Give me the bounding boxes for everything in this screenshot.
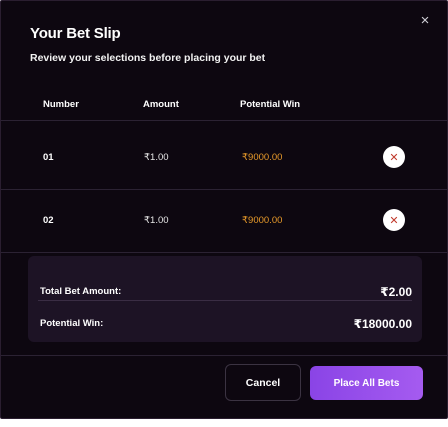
modal-title: Your Bet Slip xyxy=(30,25,121,42)
header-amount: Amount xyxy=(143,99,179,110)
header-potential-win: Potential Win xyxy=(240,99,301,110)
table-header: Number Amount Potential Win xyxy=(1,87,447,121)
row-potential-win: ₹9000.00 xyxy=(242,152,283,163)
remove-bet-button[interactable]: ✕ xyxy=(383,209,405,231)
potential-win-value: ₹18000.00 xyxy=(353,317,412,331)
close-icon: ✕ xyxy=(389,214,399,227)
close-icon: ✕ xyxy=(389,151,399,164)
remove-bet-button[interactable]: ✕ xyxy=(383,146,405,168)
header-number: Number xyxy=(43,99,79,110)
row-number: 01 xyxy=(43,152,54,163)
row-amount: ₹1.00 xyxy=(144,215,169,226)
place-all-bets-button[interactable]: Place All Bets xyxy=(310,366,423,400)
row-amount: ₹1.00 xyxy=(144,152,169,163)
close-icon[interactable]: × xyxy=(417,13,433,29)
total-bet-value: ₹2.00 xyxy=(380,285,412,299)
table-row: 02 ₹1.00 ₹9000.00 ✕ xyxy=(1,185,447,253)
bet-summary: Total Bet Amount: ₹2.00 Potential Win: ₹… xyxy=(28,256,422,342)
total-bet-label: Total Bet Amount: xyxy=(40,286,122,297)
row-potential-win: ₹9000.00 xyxy=(242,215,283,226)
summary-divider xyxy=(38,300,412,301)
row-number: 02 xyxy=(43,215,54,226)
bet-slip-modal: × Your Bet Slip Review your selections b… xyxy=(0,0,448,419)
table-row: 01 ₹1.00 ₹9000.00 ✕ xyxy=(1,122,447,190)
modal-subtitle: Review your selections before placing yo… xyxy=(30,52,266,64)
footer-divider xyxy=(1,355,447,356)
cancel-button[interactable]: Cancel xyxy=(225,364,301,401)
potential-win-label: Potential Win: xyxy=(40,318,104,329)
